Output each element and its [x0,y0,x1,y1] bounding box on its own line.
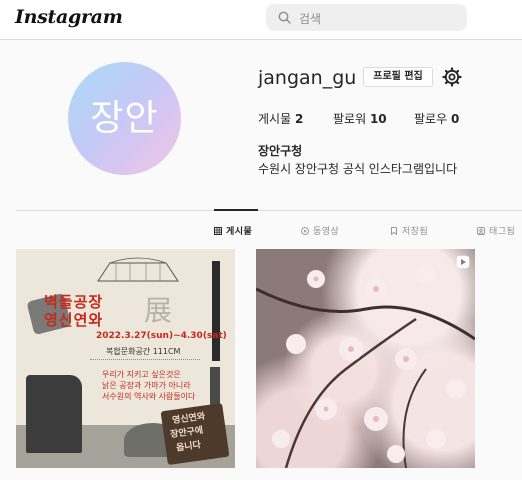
grid-icon [214,227,222,235]
poster-copy-line-3: 서수원의 역사와 사람들이다 [102,392,196,401]
poster-exhibition-glyph: 展 [144,294,173,327]
blossom-branches [256,264,475,468]
followers-stat-label: 팔로워 [333,112,367,126]
profile-bio: 수원시 장안구청 공식 인스타그램입니다 [258,162,458,176]
search-placeholder: 검색 [299,12,322,26]
tag-icon [477,227,485,235]
factory-sketch-illustration [97,257,179,282]
profile-full-name: 장안구청 [258,144,303,158]
posts-stat-count: 2 [294,112,304,126]
reel-icon [456,255,470,269]
avatar-text: 장안 [90,98,159,139]
posts-stat: 게시물 2 [258,110,303,127]
post-thumbnail-2[interactable] [256,249,475,468]
following-stat-label: 팔로우 [414,112,448,126]
poster-side-banner [212,261,220,361]
post-thumbnail-1[interactable]: 벽돌공장 영신연와 展 2022.3.27(sun)~4.30(sat) 복합문… [16,249,235,468]
bookmark-icon [391,227,397,235]
search-icon [278,11,291,24]
tab-videos[interactable]: 동영상 [301,224,339,237]
tab-saved-label: 저장됨 [402,227,429,237]
poster-copy-line-2: 낡은 공장과 가마가 아니라 [102,381,191,390]
tab-posts[interactable]: 게시물 [214,224,252,237]
following-stat[interactable]: 팔로우 0 [414,110,459,127]
tab-posts-label: 게시물 [226,227,253,237]
settings-gear-icon[interactable] [442,67,462,87]
tab-videos-label: 동영상 [313,227,340,237]
poster-date: 2022.3.27(sun)~4.30(sat) [96,331,227,341]
poster-machine-photo [26,375,82,453]
followers-stat-count: 10 [369,112,387,126]
tabs-divider [16,210,522,211]
poster-title-line-2: 영신연와 [44,311,104,329]
instagram-logo[interactable]: Instagram [15,6,123,28]
top-nav-bar: Instagram 검색 [0,0,522,40]
edit-profile-button[interactable]: 프로필 편집 [363,67,433,87]
tab-tagged-label: 태그됨 [489,227,516,237]
tab-saved[interactable]: 저장됨 [390,224,428,237]
poster-copy-line-1: 우리가 지키고 싶은것은 [102,370,181,379]
search-bar[interactable]: 검색 [266,4,467,31]
posts-stat-label: 게시물 [258,112,292,126]
tab-tagged[interactable]: 태그됨 [477,224,515,237]
profile-username: jangan_gu [258,67,357,89]
poster-credits-line [90,359,200,361]
video-icon [301,227,309,235]
followers-stat[interactable]: 팔로워 10 [333,110,387,127]
poster-place: 복합문화공간 111CM [106,347,181,356]
following-stat-count: 0 [450,112,460,126]
profile-avatar[interactable]: 장안 [68,62,181,175]
active-tab-indicator [214,209,258,211]
